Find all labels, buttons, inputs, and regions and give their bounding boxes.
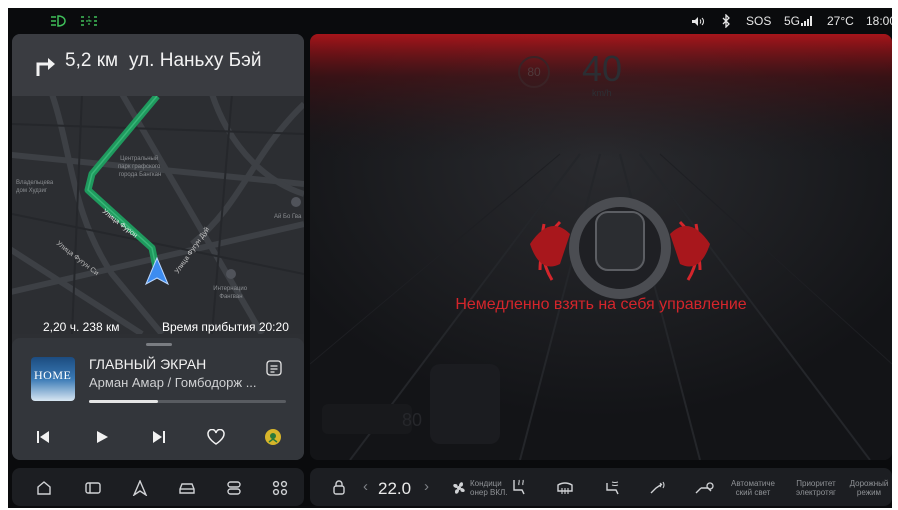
- turn-street: ул. Наньху Бэй: [129, 50, 262, 71]
- favorite-icon[interactable]: [207, 429, 225, 445]
- status-bar: bluetooth-icon SOS 5G 27°C 18:00: [8, 8, 892, 34]
- left-panel: Улица Фурон Улица Фугун Дуй Улица Фугун …: [12, 34, 304, 460]
- track-title: ГЛАВНЫЙ ЭКРАН: [89, 356, 207, 372]
- fog-light-icon: [81, 16, 97, 26]
- auto-light-button[interactable]: Автоматиче ский свет: [720, 479, 786, 497]
- bluetooth-glyph-icon[interactable]: [721, 14, 731, 28]
- seat-lock-icon[interactable]: [332, 479, 346, 496]
- electric-line1: Приоритет: [796, 479, 836, 488]
- clock: 18:00: [866, 14, 892, 28]
- car-icon[interactable]: [178, 480, 196, 496]
- temp-increase-button[interactable]: ›: [424, 478, 429, 495]
- music-app-icon[interactable]: [264, 428, 282, 446]
- turn-right-icon: [36, 58, 55, 76]
- cabin-temperature: 22.0: [378, 479, 412, 498]
- ghost-speed: 80: [402, 410, 422, 430]
- network-indicator: 5G: [784, 14, 801, 28]
- play-icon[interactable]: [95, 430, 109, 444]
- map-stop-label: Ай Бо Гва: [274, 213, 302, 220]
- map-poi-icon[interactable]: [226, 269, 236, 279]
- speaker-icon[interactable]: [691, 16, 705, 27]
- album-cover: HOME: [31, 357, 75, 401]
- auto-light-line1: Автоматиче: [731, 479, 775, 488]
- settings-icon[interactable]: [226, 480, 242, 496]
- track-progress-fill: [89, 400, 158, 403]
- speed-limit-sign: 80: [518, 56, 550, 88]
- remaining-time-distance: 2,20 ч. 238 км: [43, 320, 120, 334]
- map-stop-icon[interactable]: [291, 197, 301, 207]
- previous-track-icon[interactable]: [36, 430, 50, 444]
- turn-distance: 5,2 км: [65, 50, 119, 71]
- seat-ventilation-icon[interactable]: [604, 480, 622, 496]
- lyrics-icon[interactable]: [266, 360, 282, 376]
- car-infotainment-screen: bluetooth-icon SOS 5G 27°C 18:00: [8, 8, 892, 508]
- apps-icon[interactable]: [272, 480, 288, 496]
- outside-temperature: 27°C: [827, 14, 854, 28]
- track-progress[interactable]: [89, 400, 286, 403]
- fan-icon[interactable]: [450, 479, 468, 497]
- next-track-icon[interactable]: [152, 430, 166, 444]
- signal-icon: [801, 16, 812, 26]
- ac-label[interactable]: Кондици онер ВКЛ.: [470, 479, 507, 497]
- arrival-time: Время прибытия 20:20: [162, 320, 289, 334]
- sos-button[interactable]: SOS: [746, 14, 771, 28]
- ac-label-line1: Кондици: [470, 479, 502, 488]
- home-icon[interactable]: [36, 480, 52, 496]
- map-park-label: Центральный парк графского города Бангка…: [118, 155, 162, 178]
- road-mode-line1: Дорожный: [849, 479, 889, 488]
- track-artist: Арман Амар / Гомбодорж ...: [89, 375, 257, 390]
- steering-heat-icon[interactable]: [648, 480, 666, 496]
- current-speed: 40: [582, 48, 623, 89]
- road-mode-button[interactable]: Дорожный режим: [846, 479, 892, 497]
- road-mode-line2: режим: [856, 488, 882, 497]
- electric-line2: электротяг: [796, 488, 836, 497]
- media-player: HOME ГЛАВНЫЙ ЭКРАН Арман Амар / Гомбодор…: [12, 338, 304, 460]
- headlight-icon: [51, 15, 66, 27]
- auto-light-line2: ский свет: [735, 488, 771, 497]
- temp-decrease-button[interactable]: ‹: [363, 478, 368, 495]
- rear-defrost-icon[interactable]: [556, 480, 574, 496]
- electric-priority-button[interactable]: Приоритет электротяг: [786, 479, 846, 497]
- seat-heat-icon[interactable]: [510, 478, 528, 496]
- trip-info: 2,20 ч. 238 км Время прибытия 20:20: [12, 318, 304, 336]
- speed-unit: km/h: [592, 88, 612, 98]
- turn-instruction-card[interactable]: 5,2 км ул. Наньху Бэй: [12, 34, 304, 96]
- navigation-icon[interactable]: [132, 480, 148, 496]
- drag-handle[interactable]: [146, 343, 172, 346]
- takeover-warning: Немедленно взять на себя управление: [455, 296, 747, 313]
- driving-view: 80 80 40 km/h Немедленно взять на себя у…: [310, 34, 892, 460]
- app-dock: [12, 468, 304, 506]
- climate-bar: ‹ 22.0 › Кондици онер ВКЛ. Автоматиче ск…: [310, 468, 892, 506]
- card-icon[interactable]: [84, 480, 102, 496]
- ac-label-line2: онер ВКЛ.: [470, 488, 508, 497]
- album-cover-text: HOME: [34, 368, 72, 382]
- mirror-heat-icon[interactable]: [694, 480, 714, 496]
